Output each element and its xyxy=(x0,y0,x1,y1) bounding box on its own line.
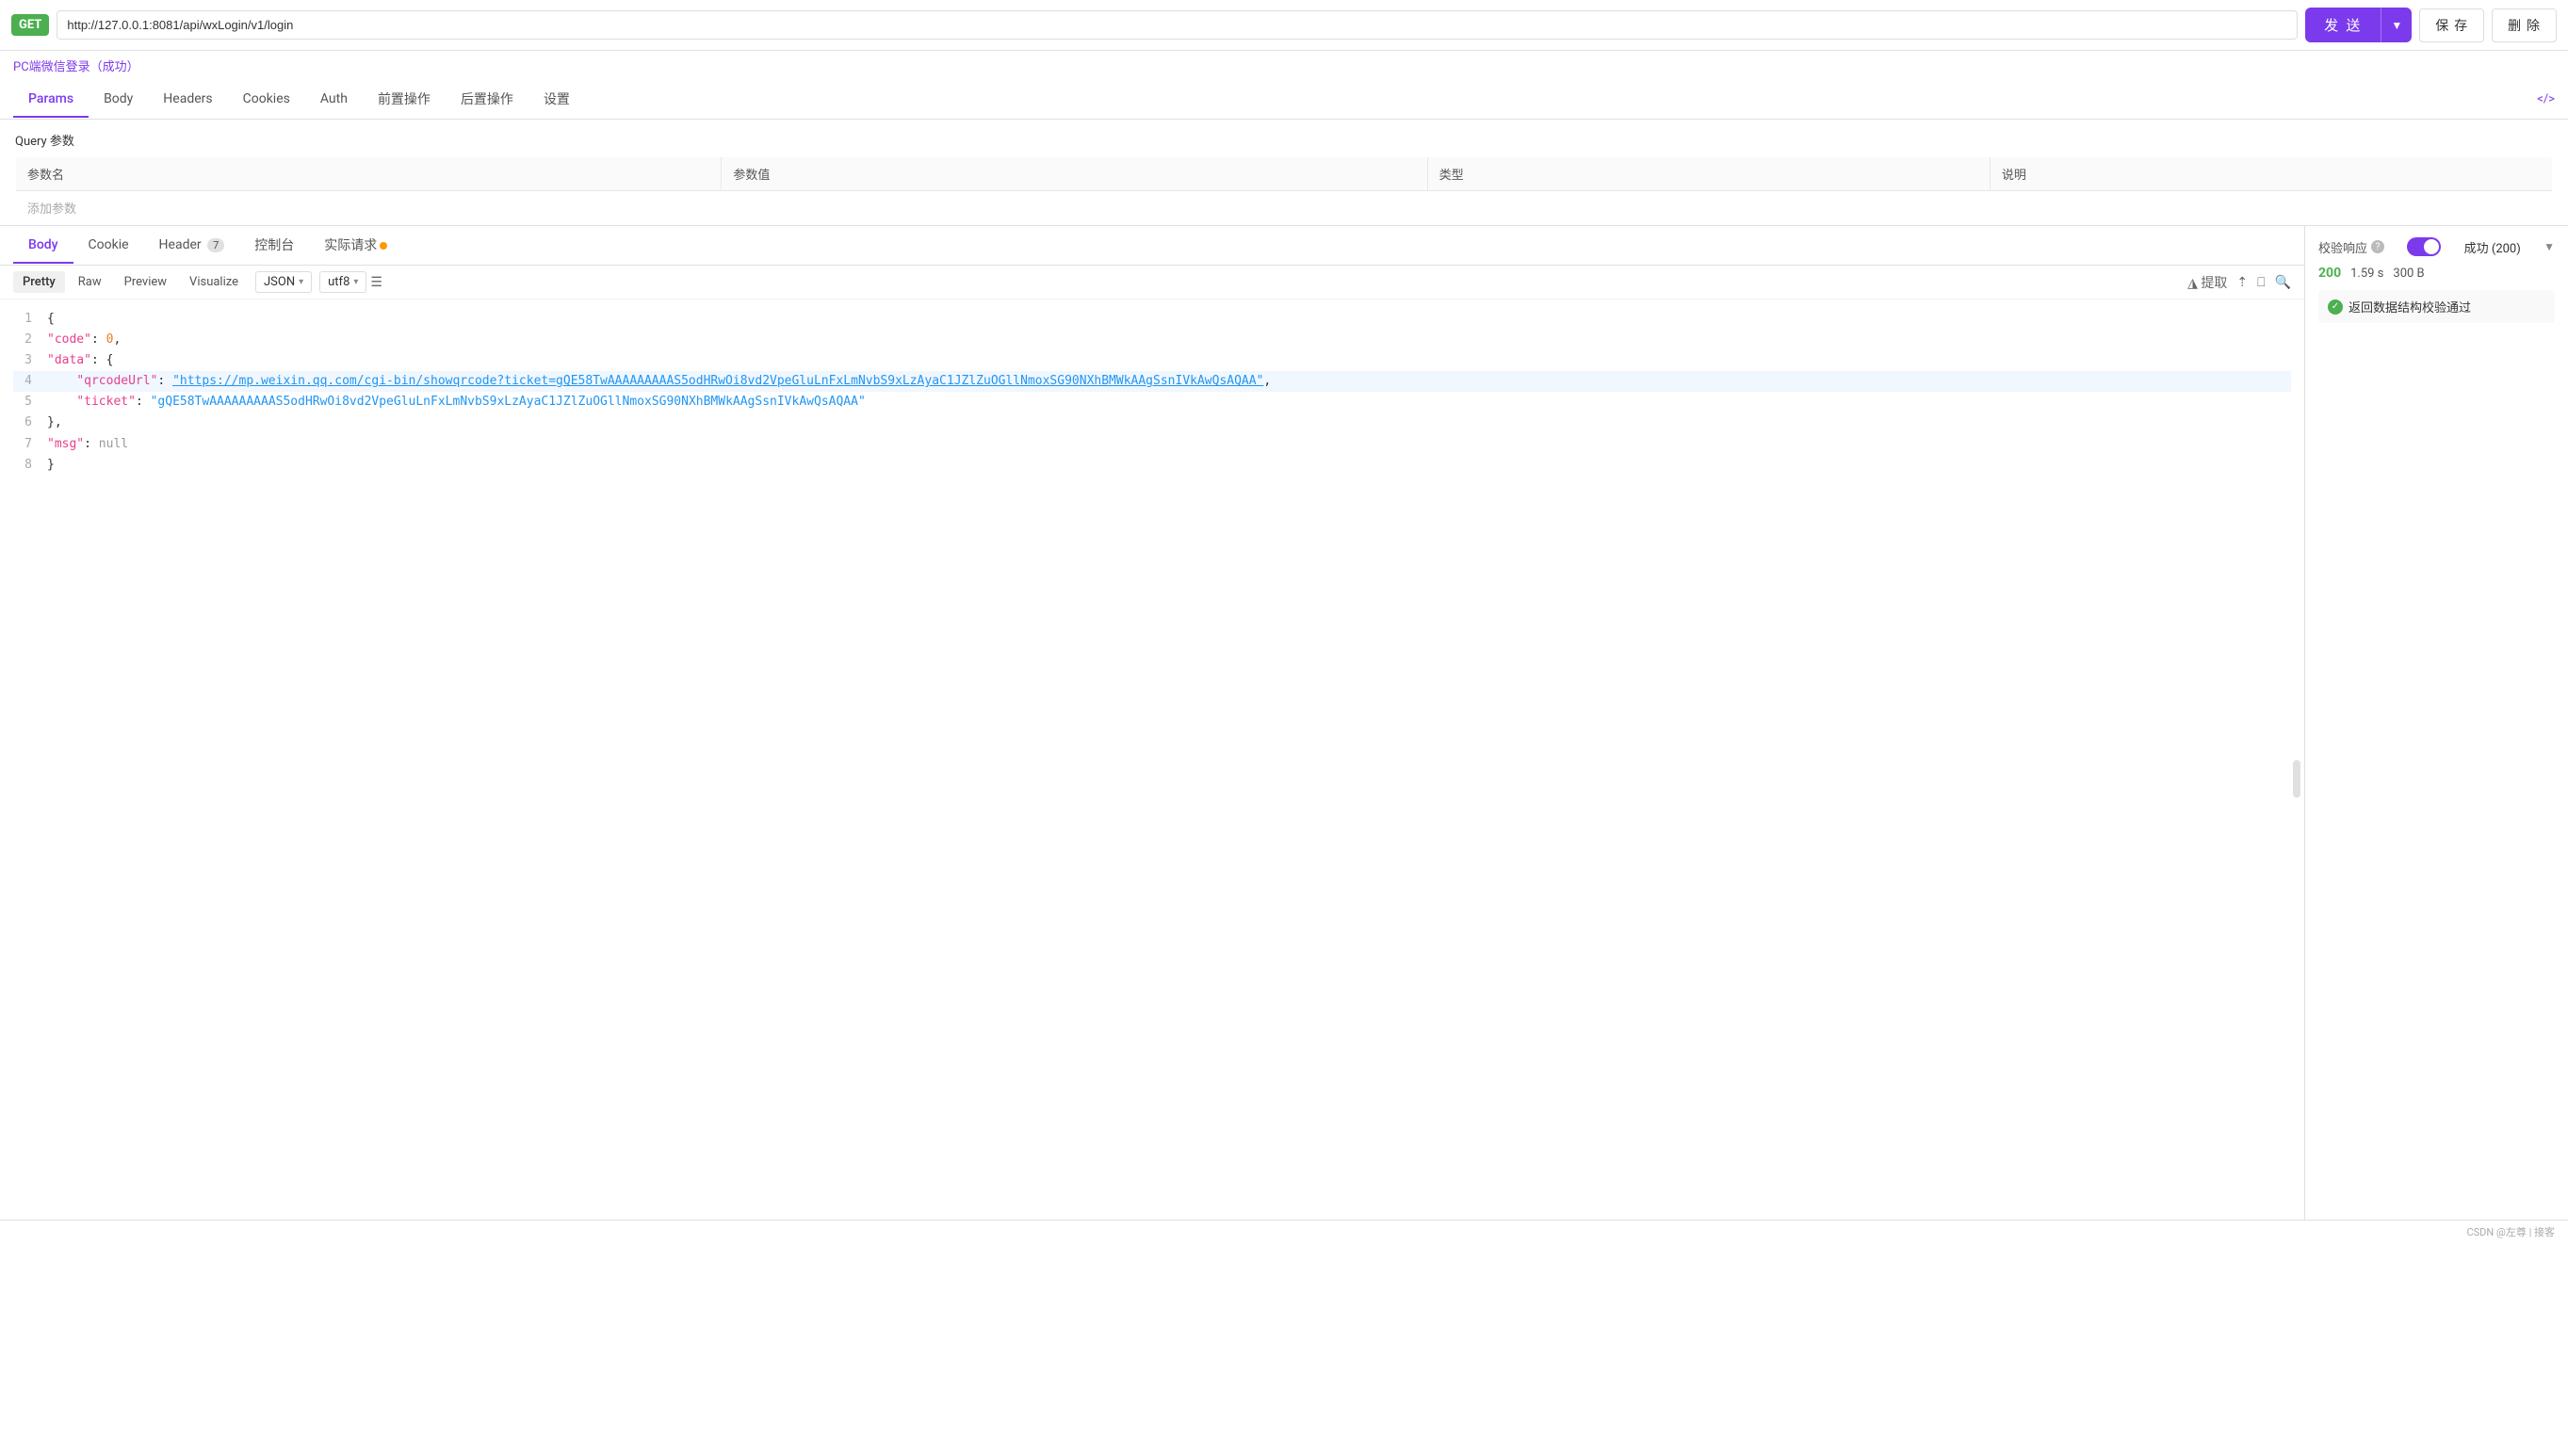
validation-result: ✓ 返回数据结构校验通过 xyxy=(2318,290,2555,323)
code-icon[interactable]: </> xyxy=(2537,83,2555,116)
code-line-7: 7 "msg": null xyxy=(13,434,2291,455)
sub-tab-actions: ◮ 提取 ⇡ ⎕ 🔍 xyxy=(2187,273,2291,292)
code-line-4: 4 "qrcodeUrl": "https://mp.weixin.qq.com… xyxy=(13,371,2291,392)
response-tabs-row: Body Cookie Header 7 控制台 实际请求 xyxy=(0,226,2304,266)
encoding-chevron: ▾ xyxy=(353,277,358,287)
request-tabs-row: Params Body Headers Cookies Auth 前置操作 后置… xyxy=(0,80,2568,120)
sub-tabs-row: Pretty Raw Preview Visualize JSON ▾ utf8… xyxy=(0,266,2304,299)
save-button[interactable]: 保 存 xyxy=(2419,8,2484,42)
response-code-area: 1 { 2 "code": 0, 3 "data": { 4 "qrcodeUr… xyxy=(0,299,2304,1220)
filter-icon[interactable]: ☰ xyxy=(370,275,382,290)
resp-tab-console[interactable]: 控制台 xyxy=(239,226,309,266)
footer: CSDN @左尊 | 接客 xyxy=(0,1220,2568,1243)
delete-button[interactable]: 删 除 xyxy=(2492,8,2557,42)
url-input[interactable] xyxy=(57,10,2298,40)
params-section-title: Query 参数 xyxy=(15,131,2553,149)
sub-tab-visualize[interactable]: Visualize xyxy=(180,271,248,293)
col-param-value: 参数值 xyxy=(722,157,1427,191)
copy-icon[interactable]: ⎕ xyxy=(2257,275,2265,290)
col-param-name: 参数名 xyxy=(16,157,722,191)
status-info-row: 200 1.59 s 300 B xyxy=(2318,266,2555,281)
tab-body[interactable]: Body xyxy=(89,82,148,118)
tab-settings[interactable]: 设置 xyxy=(528,80,585,120)
resp-tab-actual-request[interactable]: 实际请求 xyxy=(309,226,402,266)
col-param-type: 类型 xyxy=(1427,157,1990,191)
search-icon[interactable]: 🔍 xyxy=(2275,275,2291,290)
status-code: 200 xyxy=(2318,266,2341,281)
sub-tab-preview[interactable]: Preview xyxy=(115,271,176,293)
params-section: Query 参数 参数名 参数值 类型 说明 添加参数 xyxy=(0,120,2568,225)
sub-tab-raw[interactable]: Raw xyxy=(69,271,111,293)
tab-headers[interactable]: Headers xyxy=(148,82,227,118)
params-table: 参数名 参数值 类型 说明 添加参数 xyxy=(15,156,2553,225)
download-icon[interactable]: ⇡ xyxy=(2236,275,2248,290)
extract-icon[interactable]: ◮ 提取 xyxy=(2187,273,2227,292)
header-badge: 7 xyxy=(207,238,224,252)
validation-row: 校验响应 ? 成功 (200) ▼ xyxy=(2318,237,2555,256)
code-line-1: 1 { xyxy=(13,309,2291,330)
footer-text: CSDN @左尊 | 接客 xyxy=(2466,1226,2555,1238)
validation-ok-text: 返回数据结构校验通过 xyxy=(2349,298,2471,315)
add-param-placeholder[interactable]: 添加参数 xyxy=(16,191,2553,225)
response-section: Body Cookie Header 7 控制台 实际请求 Pretty Raw… xyxy=(0,225,2568,1220)
check-circle-icon: ✓ xyxy=(2328,299,2343,315)
json-format-chevron: ▾ xyxy=(299,277,303,287)
tab-pre-operation[interactable]: 前置操作 xyxy=(363,80,446,120)
validation-toggle[interactable] xyxy=(2407,237,2441,256)
response-size: 300 B xyxy=(2393,267,2424,281)
tab-params[interactable]: Params xyxy=(13,82,89,118)
question-mark-icon[interactable]: ? xyxy=(2371,240,2384,253)
code-line-8: 8 } xyxy=(13,455,2291,476)
validation-label: 校验响应 ? xyxy=(2318,238,2384,256)
resp-tab-cookie[interactable]: Cookie xyxy=(73,228,144,264)
top-bar: GET 发 送 ▼ 保 存 删 除 xyxy=(0,0,2568,51)
tab-auth[interactable]: Auth xyxy=(305,82,363,118)
response-right-panel: 校验响应 ? 成功 (200) ▼ 200 1.59 s 300 B ✓ 返回数… xyxy=(2304,226,2568,1220)
code-line-2: 2 "code": 0, xyxy=(13,330,2291,350)
encoding-label: utf8 xyxy=(328,275,349,289)
scrollbar xyxy=(2293,760,2300,798)
sub-tab-pretty[interactable]: Pretty xyxy=(13,271,65,293)
json-format-select[interactable]: JSON ▾ xyxy=(255,271,312,293)
response-left-panel: Body Cookie Header 7 控制台 实际请求 Pretty Raw… xyxy=(0,226,2304,1220)
send-btn-group: 发 送 ▼ xyxy=(2305,8,2412,42)
send-button[interactable]: 发 送 xyxy=(2305,8,2381,42)
tab-cookies[interactable]: Cookies xyxy=(228,82,305,118)
resp-tab-body[interactable]: Body xyxy=(13,228,73,264)
code-line-3: 3 "data": { xyxy=(13,350,2291,371)
method-badge: GET xyxy=(11,14,49,36)
json-format-label: JSON xyxy=(264,275,295,289)
validation-status-text: 成功 (200) xyxy=(2464,238,2521,256)
tab-post-operation[interactable]: 后置操作 xyxy=(446,80,528,120)
code-line-5: 5 "ticket": "gQE58TwAAAAAAAAAS5odHRwOi8v… xyxy=(13,392,2291,413)
col-param-desc: 说明 xyxy=(1990,157,2552,191)
request-subtitle: PC端微信登录（成功） xyxy=(0,51,2568,80)
table-row[interactable]: 添加参数 xyxy=(16,191,2553,225)
encoding-select[interactable]: utf8 ▾ xyxy=(319,271,366,293)
send-dropdown-button[interactable]: ▼ xyxy=(2381,8,2412,42)
code-line-6: 6 }, xyxy=(13,413,2291,433)
expand-icon[interactable]: ▼ xyxy=(2544,240,2555,253)
resp-tab-header[interactable]: Header 7 xyxy=(144,228,240,264)
response-time: 1.59 s xyxy=(2350,267,2383,281)
dot-orange-icon xyxy=(380,242,387,250)
